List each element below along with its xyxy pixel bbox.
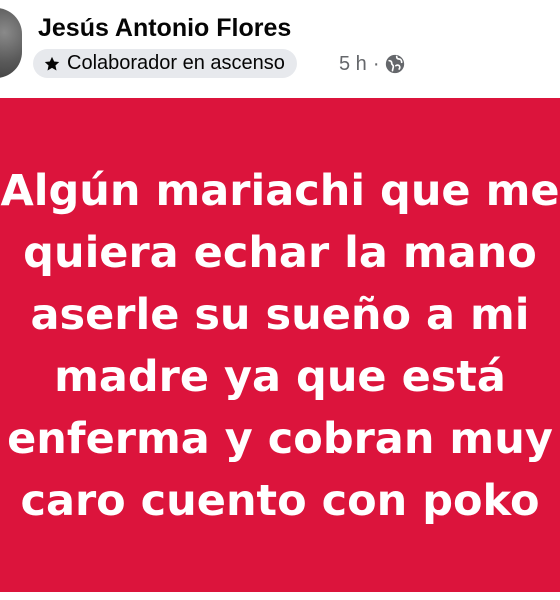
post-text-line: quiera echar la mano bbox=[23, 228, 537, 278]
post-text-card: Algún mariachi que me quiera echar la ma… bbox=[0, 98, 560, 592]
post-text-line: Algún mariachi que me bbox=[0, 166, 560, 216]
post-timestamp[interactable]: 5 h bbox=[339, 53, 367, 76]
contributor-badge[interactable]: Colaborador en ascenso bbox=[33, 49, 297, 78]
star-icon bbox=[44, 56, 60, 70]
post-meta: 5 h · bbox=[339, 51, 405, 77]
meta-separator: · bbox=[372, 52, 380, 75]
globe-icon[interactable] bbox=[385, 54, 405, 74]
badge-label: Colaborador en ascenso bbox=[67, 52, 285, 74]
post-footer-divider bbox=[0, 592, 560, 600]
post-text-line: madre ya que está bbox=[54, 352, 506, 402]
author-name[interactable]: Jesús Antonio Flores bbox=[38, 14, 291, 43]
post-text-line: enferma y cobran muy bbox=[7, 414, 553, 464]
post-text-line: aserle su sueño a mi bbox=[30, 290, 530, 340]
post-text: Algún mariachi que me quiera echar la ma… bbox=[0, 160, 560, 532]
author-avatar[interactable] bbox=[0, 8, 22, 78]
post-text-line: caro cuento con poko bbox=[20, 476, 540, 526]
post-header: Jesús Antonio Flores Colaborador en asce… bbox=[0, 0, 560, 96]
